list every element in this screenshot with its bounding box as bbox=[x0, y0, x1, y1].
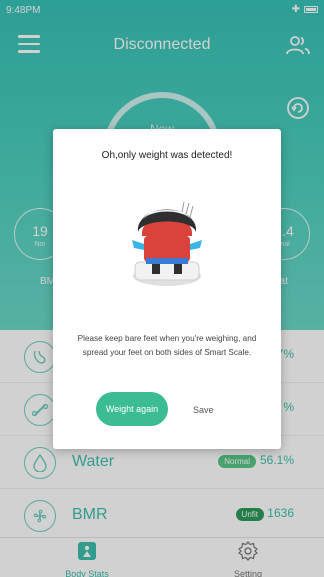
app-screen: 9:48PM ✚ Disconnected Now 19 Nor BM 2.4 … bbox=[0, 0, 324, 577]
save-button[interactable]: Save bbox=[193, 405, 214, 415]
dialog-title: Oh,only weight was detected! bbox=[101, 150, 233, 161]
dialog-message: Please keep bare feet when you're weighi… bbox=[77, 334, 257, 357]
weight-dialog: Oh,only weight was detected! Please keep… bbox=[53, 129, 281, 449]
weight-again-button[interactable]: Weight again bbox=[96, 392, 168, 426]
scale-illustration bbox=[132, 201, 202, 286]
